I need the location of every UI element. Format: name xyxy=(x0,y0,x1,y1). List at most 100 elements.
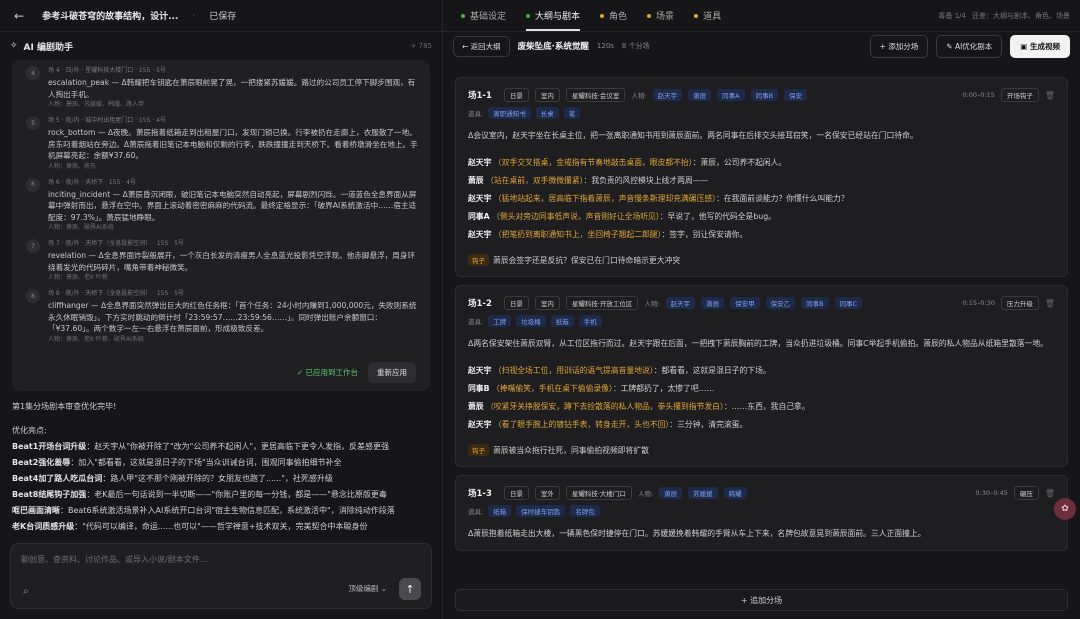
reapply-button[interactable]: 重新应用 xyxy=(368,362,416,383)
prop-chip[interactable]: 保时捷车钥匙 xyxy=(516,505,566,517)
character-chip[interactable]: 同事B xyxy=(801,297,829,309)
props-label: 道具: xyxy=(468,508,484,516)
beat-meta: 场 5 · 夜/内 · 城中村出租屋门口 · 15S · 4号 xyxy=(48,117,166,124)
shot-card[interactable]: 场1-3 日景 室外 星耀科技·大楼门口 人物: 萧辰 苏媛媛 韩耀 0:30–0:45 碾压 🗑 道… xyxy=(455,475,1068,551)
character-chip[interactable]: 萧辰 xyxy=(701,297,725,309)
speaker: 赵天宇 xyxy=(468,230,492,239)
tab-1[interactable]: 大纲与剧本 xyxy=(526,0,581,31)
shot-time-range: 0:15–0:30 xyxy=(962,299,995,307)
shot-description[interactable]: Δ萧辰抱着纸箱走出大楼，一辆黑色保时捷停在门口。苏媛媛挽着韩耀的手臂从车上下来，… xyxy=(468,527,1055,540)
back-arrow-icon[interactable]: ← xyxy=(14,9,24,23)
tab-3[interactable]: 场景 xyxy=(647,0,674,31)
character-chip[interactable]: 赵天宇 xyxy=(665,297,696,309)
trash-icon[interactable]: 🗑 xyxy=(1045,299,1055,308)
hook-text[interactable]: 萧辰被当众拖行社死，同事偷拍视频即将扩散 xyxy=(493,445,649,456)
trash-icon[interactable]: 🗑 xyxy=(1045,91,1055,100)
prop-chip[interactable]: 离职通知书 xyxy=(488,107,531,119)
shot-id: 场1-2 xyxy=(468,299,492,309)
prop-chip[interactable]: 纸箱 xyxy=(488,505,512,517)
prop-chip[interactable]: 工牌 xyxy=(488,315,512,327)
generate-video-button[interactable]: ▣ 生成视频 xyxy=(1010,34,1070,58)
prop-chip[interactable]: 垃圾桶 xyxy=(516,315,546,327)
dialogue-line[interactable]: 同事B （捧嘴偷笑，手机在桌下偷偷录像）：工牌都扔了，太惨了吧…… xyxy=(468,380,1055,398)
character-chip[interactable]: 同事A xyxy=(717,89,745,101)
chat-input[interactable]: 聊创意、查资料、讨论作品、或导入小说/剧本文件... ⌕ 顶级编剧 ⌄ ↑ xyxy=(10,543,432,609)
time-select[interactable]: 日景 xyxy=(503,88,529,102)
prop-chip[interactable]: 手机 xyxy=(578,315,602,327)
summary-item-title: Beat4加了路人吃瓜台词 xyxy=(12,474,103,483)
character-chip[interactable]: 萧辰 xyxy=(688,89,712,101)
tab-2[interactable]: 角色 xyxy=(600,0,627,31)
shot-id: 场1-3 xyxy=(468,489,492,499)
time-select[interactable]: 日景 xyxy=(503,296,529,310)
character-chip[interactable]: 保安 xyxy=(784,89,808,101)
trash-icon[interactable]: 🗑 xyxy=(1045,489,1055,498)
beat-item: 5 场 5 · 夜/内 · 城中村出租屋门口 · 15S · 4号 rock_bot… xyxy=(26,116,418,171)
time-select[interactable]: 日景 xyxy=(503,486,529,500)
project-title[interactable]: 参考斗破苍穹的故事结构，设计... xyxy=(42,9,178,22)
shot-description[interactable]: Δ会议室内，赵天宇坐在长桌主位，把一张离职通知书甩到萧辰面前。两名同事在后排交头… xyxy=(468,129,1055,142)
append-shot-button[interactable]: + 追加分场 xyxy=(455,589,1068,611)
tab-0[interactable]: 基础设定 xyxy=(461,0,506,31)
dialogue-line[interactable]: 同事A （侧头对旁边同事低声说，声音刚好让全场听见）：早说了，他写的代码全是bu… xyxy=(468,208,1055,226)
character-chip[interactable]: 同事B xyxy=(750,89,779,101)
beat-text: rock_bottom — Δ夜晚。萧辰拖着纸箱走到出租屋门口，发现门锁已换。行… xyxy=(48,128,418,160)
location-select[interactable]: 星耀科技·大楼门口 xyxy=(565,486,632,500)
dialogue-line[interactable]: 赵天宇 （看了眼手腕上的镀钻手表，转身走开，头也不回）：三分钟，清完滚蛋。 xyxy=(468,416,1055,434)
writer-mode-select[interactable]: 顶级编剧 ⌄ xyxy=(348,583,387,594)
scene-name: 废柴坠底·系统觉醒 xyxy=(517,42,589,52)
tab-status-dot xyxy=(461,13,465,18)
chat-input-placeholder[interactable]: 聊创意、查资料、讨论作品、或导入小说/剧本文件... xyxy=(21,554,207,565)
ai-optimize-button[interactable]: ✎ AI优化剧本 xyxy=(936,34,1003,58)
hook-text[interactable]: 萧辰会签字还是反抗？保安已在门口待命暗示更大冲突 xyxy=(493,255,680,266)
back-to-outline-button[interactable]: ← 返回大纲 xyxy=(453,35,510,57)
character-chip[interactable]: 保安甲 xyxy=(730,297,760,309)
summary-item-text: ：老K最后一句话说到一半切断——"你账户里的每一分钱，都是——"悬念比原版更毒 xyxy=(86,490,387,499)
dialogue-line[interactable]: 萧辰 （站在桌前，双手微微攥紧）：我负责的风控模块上线才两周—— xyxy=(468,172,1055,190)
beats-card[interactable]: 4 场 4 · 日/外 · 星耀科技大楼门口 · 15S · 5号 escalati… xyxy=(12,60,430,391)
shot-description[interactable]: Δ两名保安架住萧辰双臂，从工位区拖行而过。赵天宇跟在后面，一把拽下萧辰胸前的工牌… xyxy=(468,337,1055,350)
beat-item: 7 场 7 · 夜/外 · 天桥下（全息投影空间） · 15S · 5号 revel… xyxy=(26,239,418,282)
character-chip[interactable]: 同事C xyxy=(834,297,863,309)
shot-card[interactable]: 场1-1 日景 室内 星耀科技·会议室 人物: 赵天宇 萧辰 同事A 同事B 保安 0:00–0:1… xyxy=(455,77,1068,277)
prop-chip[interactable]: 纸箱 xyxy=(550,315,574,327)
add-shot-button[interactable]: + 添加分场 xyxy=(869,34,929,58)
dialogue-line[interactable]: 赵天宇 （扫视全场工位，用训话的语气提高音量地说）：都看看，这就是混日子的下场。 xyxy=(468,362,1055,380)
paperclip-icon[interactable]: ⌕ xyxy=(23,586,29,597)
magic-wand-icon: ✎ xyxy=(946,41,955,51)
place-select[interactable]: 室外 xyxy=(534,486,560,500)
character-chip[interactable]: 苏媛媛 xyxy=(688,487,718,499)
prop-chip[interactable]: 长桌 xyxy=(535,107,559,119)
assistant-avatar-icon[interactable]: ✿ xyxy=(1054,498,1076,520)
location-select[interactable]: 星耀科技·开放工位区 xyxy=(565,296,639,310)
summary-item-text: ：Beat6系统激活场景补入AI系统开口台词"宿主生物信息匹配，系统激活中"，消… xyxy=(60,506,395,515)
shot-list: 场1-1 日景 室内 星耀科技·会议室 人物: 赵天宇 萧辰 同事A 同事B 保安 0:00–0:1… xyxy=(455,77,1068,619)
dialogue-line[interactable]: 赵天宇 （把笔扔到离职通知书上，坐回椅子翘起二郎腿）：签字，别让保安请你。 xyxy=(468,226,1055,244)
character-chip[interactable]: 韩耀 xyxy=(723,487,747,499)
prop-chip[interactable]: 名牌包 xyxy=(570,505,600,517)
dialogue-line[interactable]: 赵天宇 （猛地站起来，居高临下指着萧辰，声音慢条斯理却充满碾压感）：在我面前谈能… xyxy=(468,190,1055,208)
character-chip[interactable]: 萧辰 xyxy=(659,487,683,499)
shot-mode-select[interactable]: 开场钩子 xyxy=(1000,88,1039,102)
dialogue-line[interactable]: 赵天宇 （双手交叉搭桌，金戒指有节奏地敲击桌面，眼皮都不抬）：萧辰，公司养不起闲… xyxy=(468,154,1055,172)
summary-item-title: Beat2强化羞辱 xyxy=(12,458,71,467)
summary-item-text: ："代码可以编译，命运......也可以"——哲学禅意+技术双关，完美契合中本聪… xyxy=(74,522,368,531)
summary-item: Beat2强化羞辱：加入"都看看，这就是混日子的下场"当众训诫台词，围观同事偷拍… xyxy=(12,455,430,471)
location-select[interactable]: 星耀科技·会议室 xyxy=(565,88,626,102)
prop-chip[interactable]: 笔 xyxy=(563,107,581,119)
progress-meta: 筹备 1/4 还差：大纲与剧本、角色、场景 xyxy=(939,11,1071,21)
dialogue-line[interactable]: 萧辰 （咬紧牙关挣脱保安，蹲下去捡散落的私人物品，拳头攥到指节发白）：……东西，… xyxy=(468,398,1055,416)
shot-mode-select[interactable]: 碾压 xyxy=(1013,486,1039,500)
dialogue-text: ：三分钟，清完滚蛋。 xyxy=(669,420,748,429)
character-chip[interactable]: 保安乙 xyxy=(765,297,796,309)
tab-4[interactable]: 道具 xyxy=(694,0,721,31)
progress-remaining: 还差：大纲与剧本、角色、场景 xyxy=(972,11,1070,20)
topbar: ← 参考斗破苍穹的故事结构，设计... · 已保存 基础设定 大纲与剧本 角色 场景 道… xyxy=(0,0,1080,32)
place-select[interactable]: 室内 xyxy=(534,296,560,310)
stage-direction: （扫视全场工位，用训话的语气提高音量地说） xyxy=(493,366,654,375)
send-button[interactable]: ↑ xyxy=(399,578,421,600)
shot-card[interactable]: 场1-2 日景 室内 星耀科技·开放工位区 人物: 赵天宇 萧辰 保安甲 保安乙 同事B 同事C 0:… xyxy=(455,285,1068,467)
place-select[interactable]: 室内 xyxy=(534,88,560,102)
character-chip[interactable]: 赵天宇 xyxy=(652,89,683,101)
shot-mode-select[interactable]: 压力升级 xyxy=(1000,296,1039,310)
